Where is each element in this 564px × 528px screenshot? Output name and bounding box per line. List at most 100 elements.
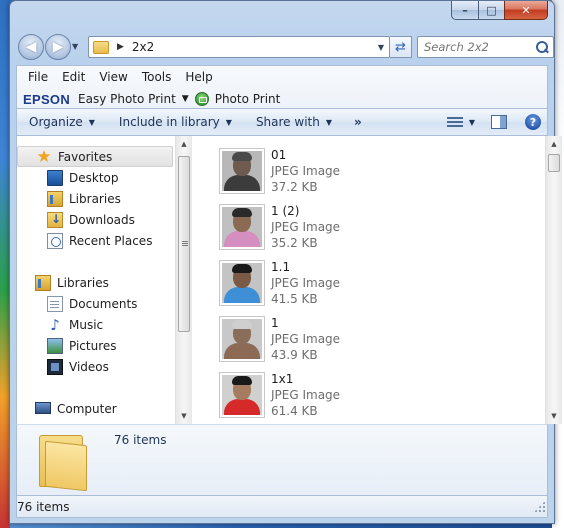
file-name: 1.1 [271, 260, 291, 274]
navigation-pane-scrollbar[interactable]: ▲ ▼ [175, 136, 192, 424]
sidebar-item-label: Desktop [69, 170, 119, 185]
sidebar-item-label: Pictures [69, 338, 117, 353]
details-pane: 76 items [16, 424, 548, 496]
address-dropdown-icon[interactable]: ▼ [373, 37, 389, 57]
chevron-down-icon: ▼ [88, 117, 95, 127]
change-view-icon[interactable] [446, 116, 463, 129]
more-commands-button[interactable]: » [344, 115, 372, 129]
menu-edit[interactable]: Edit [55, 70, 92, 84]
easy-photo-print-dropdown-icon[interactable]: ▼ [182, 94, 189, 104]
status-bar: 76 items [16, 496, 548, 518]
sidebar-item-music[interactable]: ♪ Music [17, 314, 173, 335]
command-bar-right: ▼ ? [446, 114, 547, 130]
minimize-button[interactable]: – [451, 1, 478, 20]
file-list-scrollbar[interactable]: ▲ ▼ [545, 136, 562, 424]
close-button[interactable]: ✕ [504, 1, 548, 20]
scroll-up-icon[interactable]: ▲ [176, 136, 192, 152]
refresh-button[interactable]: ⇄ [390, 36, 412, 58]
file-type: JPEG Image [271, 220, 341, 234]
list-item[interactable]: 01 JPEG Image 37.2 KB [211, 136, 531, 194]
photo-thumbnail [219, 148, 265, 194]
navigation-row: ◀ ▶ ▼ ▶ 2x2 ▼ ⇄ [16, 33, 554, 61]
scroll-up-icon[interactable]: ▲ [546, 136, 562, 152]
sidebar-item-label: Computer [57, 401, 117, 416]
sidebar-item-libraries[interactable]: Libraries [17, 272, 173, 293]
file-type: JPEG Image [271, 332, 341, 346]
forward-button[interactable]: ▶ [45, 34, 71, 60]
recent-pages-dropdown-icon[interactable]: ▼ [72, 42, 78, 51]
file-size: 61.4 KB [271, 404, 318, 418]
list-item[interactable]: 1.1 JPEG Image 41.5 KB [211, 248, 531, 306]
epson-toolbar: EPSON Easy Photo Print ▼ Photo Print [17, 88, 547, 110]
chevron-down-icon: ▼ [225, 117, 232, 127]
sidebar-item-videos[interactable]: Videos [17, 356, 173, 377]
file-name: 1 (2) [271, 204, 300, 218]
list-item[interactable]: 1 JPEG Image 43.9 KB [211, 304, 531, 362]
share-with-button[interactable]: Share with ▼ [244, 115, 344, 129]
file-type: JPEG Image [271, 388, 341, 402]
photo-thumbnail [219, 372, 265, 418]
chevron-down-icon: ▼ [325, 117, 332, 127]
sidebar-item-documents[interactable]: Documents [17, 293, 173, 314]
maximize-button[interactable]: □ [478, 1, 504, 20]
photo-thumbnail [219, 316, 265, 362]
sidebar-item-pictures[interactable]: Pictures [17, 335, 173, 356]
pictures-icon [47, 337, 63, 354]
menu-file[interactable]: File [21, 70, 55, 84]
organize-button[interactable]: Organize ▼ [17, 115, 107, 129]
photo-print-icon [194, 92, 209, 106]
scroll-down-icon[interactable]: ▼ [176, 408, 192, 424]
sidebar-item-recent-places[interactable]: Recent Places [17, 230, 173, 251]
view-options-dropdown-icon[interactable]: ▼ [469, 118, 475, 127]
help-icon[interactable]: ? [525, 114, 541, 130]
command-bar: Organize ▼ Include in library ▼ Share wi… [16, 109, 548, 136]
sidebar-item-desktop[interactable]: Desktop [17, 167, 173, 188]
content-area: ★ Favorites Desktop Libraries Downloads Recen… [16, 136, 562, 424]
search-icon[interactable] [536, 40, 549, 54]
back-button[interactable]: ◀ [18, 34, 44, 60]
sidebar-item-label: Documents [69, 296, 138, 311]
file-list: 01 JPEG Image 37.2 KB 1 (2) JPEG Image 35.2 K… [193, 136, 545, 424]
file-name: 1x1 [271, 372, 294, 386]
file-name: 1 [271, 316, 279, 330]
include-in-library-label: Include in library [118, 115, 220, 129]
downloads-icon [47, 211, 63, 228]
sidebar-item-libraries[interactable]: Libraries [17, 188, 173, 209]
preview-pane-icon[interactable] [491, 115, 507, 129]
file-name: 01 [271, 148, 287, 162]
menu-bar: File Edit View Tools Help [17, 66, 547, 88]
sidebar-item-favorites[interactable]: ★ Favorites [17, 146, 173, 167]
sidebar-item-label: Videos [69, 359, 109, 374]
list-item[interactable]: 1x1 JPEG Image 61.4 KB [211, 360, 531, 418]
search-box[interactable] [417, 36, 554, 58]
sidebar-item-label: Favorites [58, 149, 113, 164]
share-with-label: Share with [255, 115, 320, 129]
explorer-window: – □ ✕ ◀ ▶ ▼ ▶ 2x2 ▼ ⇄ File Edit View Too… [9, 0, 562, 524]
search-input[interactable] [424, 40, 534, 54]
sidebar-item-label: Music [69, 317, 104, 332]
menu-view[interactable]: View [92, 70, 134, 84]
breadcrumb-segment[interactable]: 2x2 [132, 40, 154, 54]
sidebar-item-downloads[interactable]: Downloads [17, 209, 173, 230]
address-bar[interactable]: ▶ 2x2 ▼ [88, 36, 390, 58]
include-in-library-button[interactable]: Include in library ▼ [107, 115, 244, 129]
list-item[interactable]: 1 (2) JPEG Image 35.2 KB [211, 192, 531, 250]
libraries-icon [35, 274, 51, 291]
scroll-down-icon[interactable]: ▼ [546, 408, 562, 424]
breadcrumb-arrow-icon[interactable]: ▶ [117, 42, 124, 52]
menu-tools[interactable]: Tools [135, 70, 179, 84]
sidebar-item-computer[interactable]: Computer [17, 398, 173, 419]
easy-photo-print-button[interactable]: Easy Photo Print [78, 92, 176, 106]
folder-icon [39, 429, 91, 492]
libraries-icon [47, 190, 63, 207]
epson-logo: EPSON [23, 91, 71, 107]
status-item-count: 76 items [17, 499, 70, 514]
scrollbar-thumb[interactable] [178, 156, 190, 332]
menu-help[interactable]: Help [178, 70, 219, 84]
menu-panel: File Edit View Tools Help EPSON Easy Pho… [16, 65, 548, 109]
recent-places-icon [47, 232, 63, 249]
resize-grip-icon[interactable] [534, 501, 545, 512]
scrollbar-thumb[interactable] [548, 154, 560, 172]
photo-print-button[interactable]: Photo Print [215, 92, 281, 106]
sidebar-item-label: Recent Places [69, 233, 153, 248]
